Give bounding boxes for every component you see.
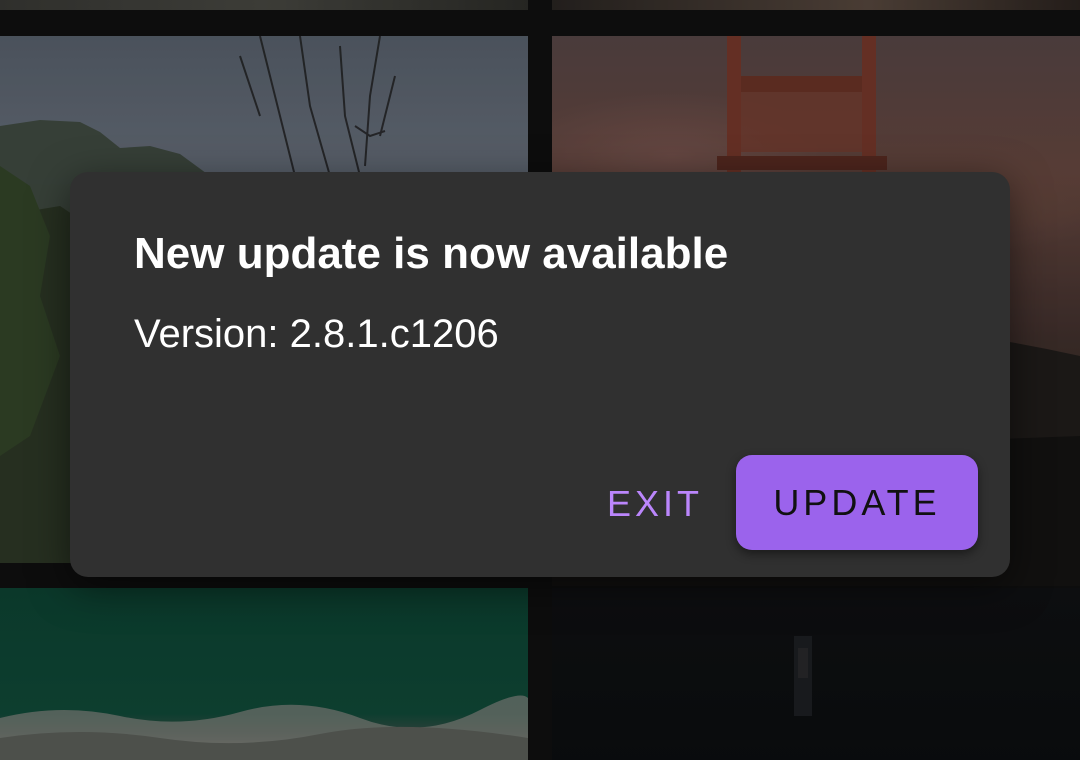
dialog-title: New update is now available	[134, 229, 729, 278]
screen: New update is now available Version: 2.8…	[0, 0, 1080, 760]
update-button[interactable]: UPDATE	[736, 455, 978, 550]
version-message: Version: 2.8.1.c1206	[134, 312, 499, 356]
update-dialog: New update is now available Version: 2.8…	[70, 172, 1010, 577]
exit-button[interactable]: EXIT	[600, 472, 710, 536]
